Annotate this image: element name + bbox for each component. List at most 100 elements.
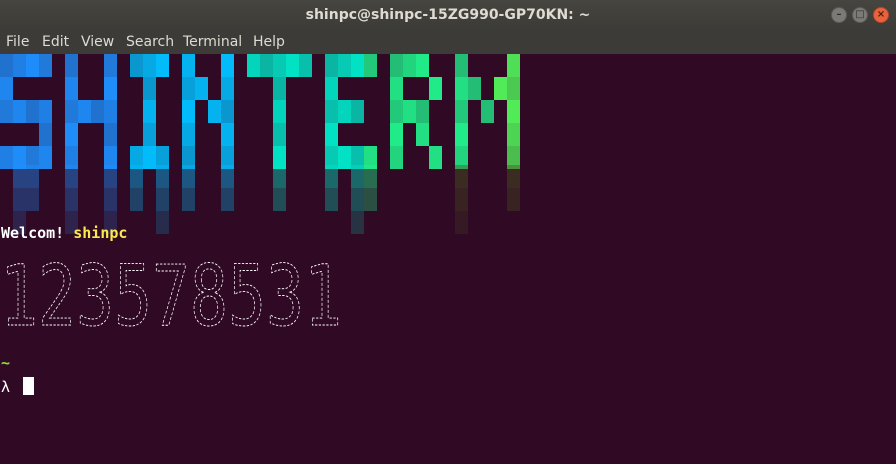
menu-bar: File Edit View Search Terminal Help [0,30,896,54]
title-bar[interactable]: shinpc@shinpc-15ZG990-GP70KN: ~ – □ × [0,0,896,30]
window-title: shinpc@shinpc-15ZG990-GP70KN: ~ [305,7,591,23]
banner-drip [351,165,364,188]
banner-drip [182,188,195,211]
banner-pixel [65,77,78,100]
banner-pixel [390,146,403,169]
banner-pixel [182,100,195,123]
banner-pixel [338,100,351,123]
banner-drip [351,211,364,234]
banner-pixel [26,100,39,123]
banner-pixel [390,100,403,123]
banner-pixel [13,100,26,123]
banner-pixel [507,54,520,77]
banner-drip [221,165,234,188]
banner-drip [455,188,468,211]
banner-pixel [455,77,468,100]
banner-pixel [455,100,468,123]
banner-pixel [273,77,286,100]
banner-drip [507,188,520,211]
banner-pixel [468,77,481,100]
banner-pixel [299,54,312,77]
banner-drip [364,188,377,211]
banner-pixel [143,100,156,123]
banner-drip [455,211,468,234]
banner-drip [507,165,520,188]
welcome-label: Welcom! [1,224,65,242]
banner-drip [156,165,169,188]
banner-pixel [338,54,351,77]
banner-pixel [104,54,117,77]
banner-pixel [507,123,520,146]
banner-pixel [455,54,468,77]
banner-pixel [78,100,91,123]
banner-pixel [65,54,78,77]
banner-pixel [104,100,117,123]
menu-file[interactable]: File [6,34,29,50]
banner-pixel [143,54,156,77]
banner-pixel [156,54,169,77]
banner-pixel [104,77,117,100]
banner-drip [13,188,26,211]
close-button[interactable]: × [873,7,889,23]
banner-drip [325,188,338,211]
banner-pixel [13,54,26,77]
banner-drip [104,165,117,188]
banner-pixel [143,146,156,169]
banner-pixel [104,123,117,146]
minimize-button[interactable]: – [831,7,847,23]
banner-drip [156,188,169,211]
terminal-area[interactable]: Welcom! shinpc 123578531 ~ λ [0,54,896,464]
terminal-window: shinpc@shinpc-15ZG990-GP70KN: ~ – □ × Fi… [0,0,896,464]
maximize-button[interactable]: □ [852,7,868,23]
banner-drip [273,188,286,211]
banner-pixel [325,54,338,77]
banner-pixel [429,146,442,169]
banner-pixel [39,100,52,123]
welcome-username: shinpc [73,224,128,242]
banner-pixel [273,54,286,77]
banner-pixel [260,54,273,77]
banner-pixel [182,77,195,100]
banner-drip [273,165,286,188]
banner-pixel [403,100,416,123]
banner-pixel [221,77,234,100]
banner-pixel [0,77,13,100]
banner-pixel [221,123,234,146]
banner-drip [325,165,338,188]
banner-drip [130,188,143,211]
text-cursor [23,377,34,395]
banner-pixel [26,54,39,77]
banner-pixel [273,123,286,146]
menu-edit[interactable]: Edit [42,34,69,50]
banner-pixel [182,123,195,146]
banner-pixel [221,100,234,123]
banner-pixel [390,77,403,100]
banner-pixel [416,54,429,77]
banner-pixel [221,54,234,77]
banner-pixel [325,100,338,123]
banner-pixel [325,77,338,100]
menu-search[interactable]: Search [126,34,174,50]
banner-drip [65,165,78,188]
banner-pixel [494,77,507,100]
banner-pixel [455,123,468,146]
banner-drip [26,188,39,211]
banner-pixel [130,54,143,77]
banner-pixel [390,54,403,77]
banner-pixel [0,100,13,123]
banner-pixel [364,54,377,77]
banner-drip [156,211,169,234]
ascii-number-text: 123578531 [0,251,342,327]
banner-pixel [247,54,260,77]
banner-pixel [403,54,416,77]
banner-pixel [507,77,520,100]
welcome-line: Welcom! shinpc [1,224,127,242]
banner-pixel [143,77,156,100]
menu-help[interactable]: Help [253,34,285,50]
banner-pixel [429,77,442,100]
banner-pixel [91,100,104,123]
banner-pixel [507,100,520,123]
banner-pixel [39,146,52,169]
menu-view[interactable]: View [81,34,114,50]
menu-terminal[interactable]: Terminal [183,34,242,50]
